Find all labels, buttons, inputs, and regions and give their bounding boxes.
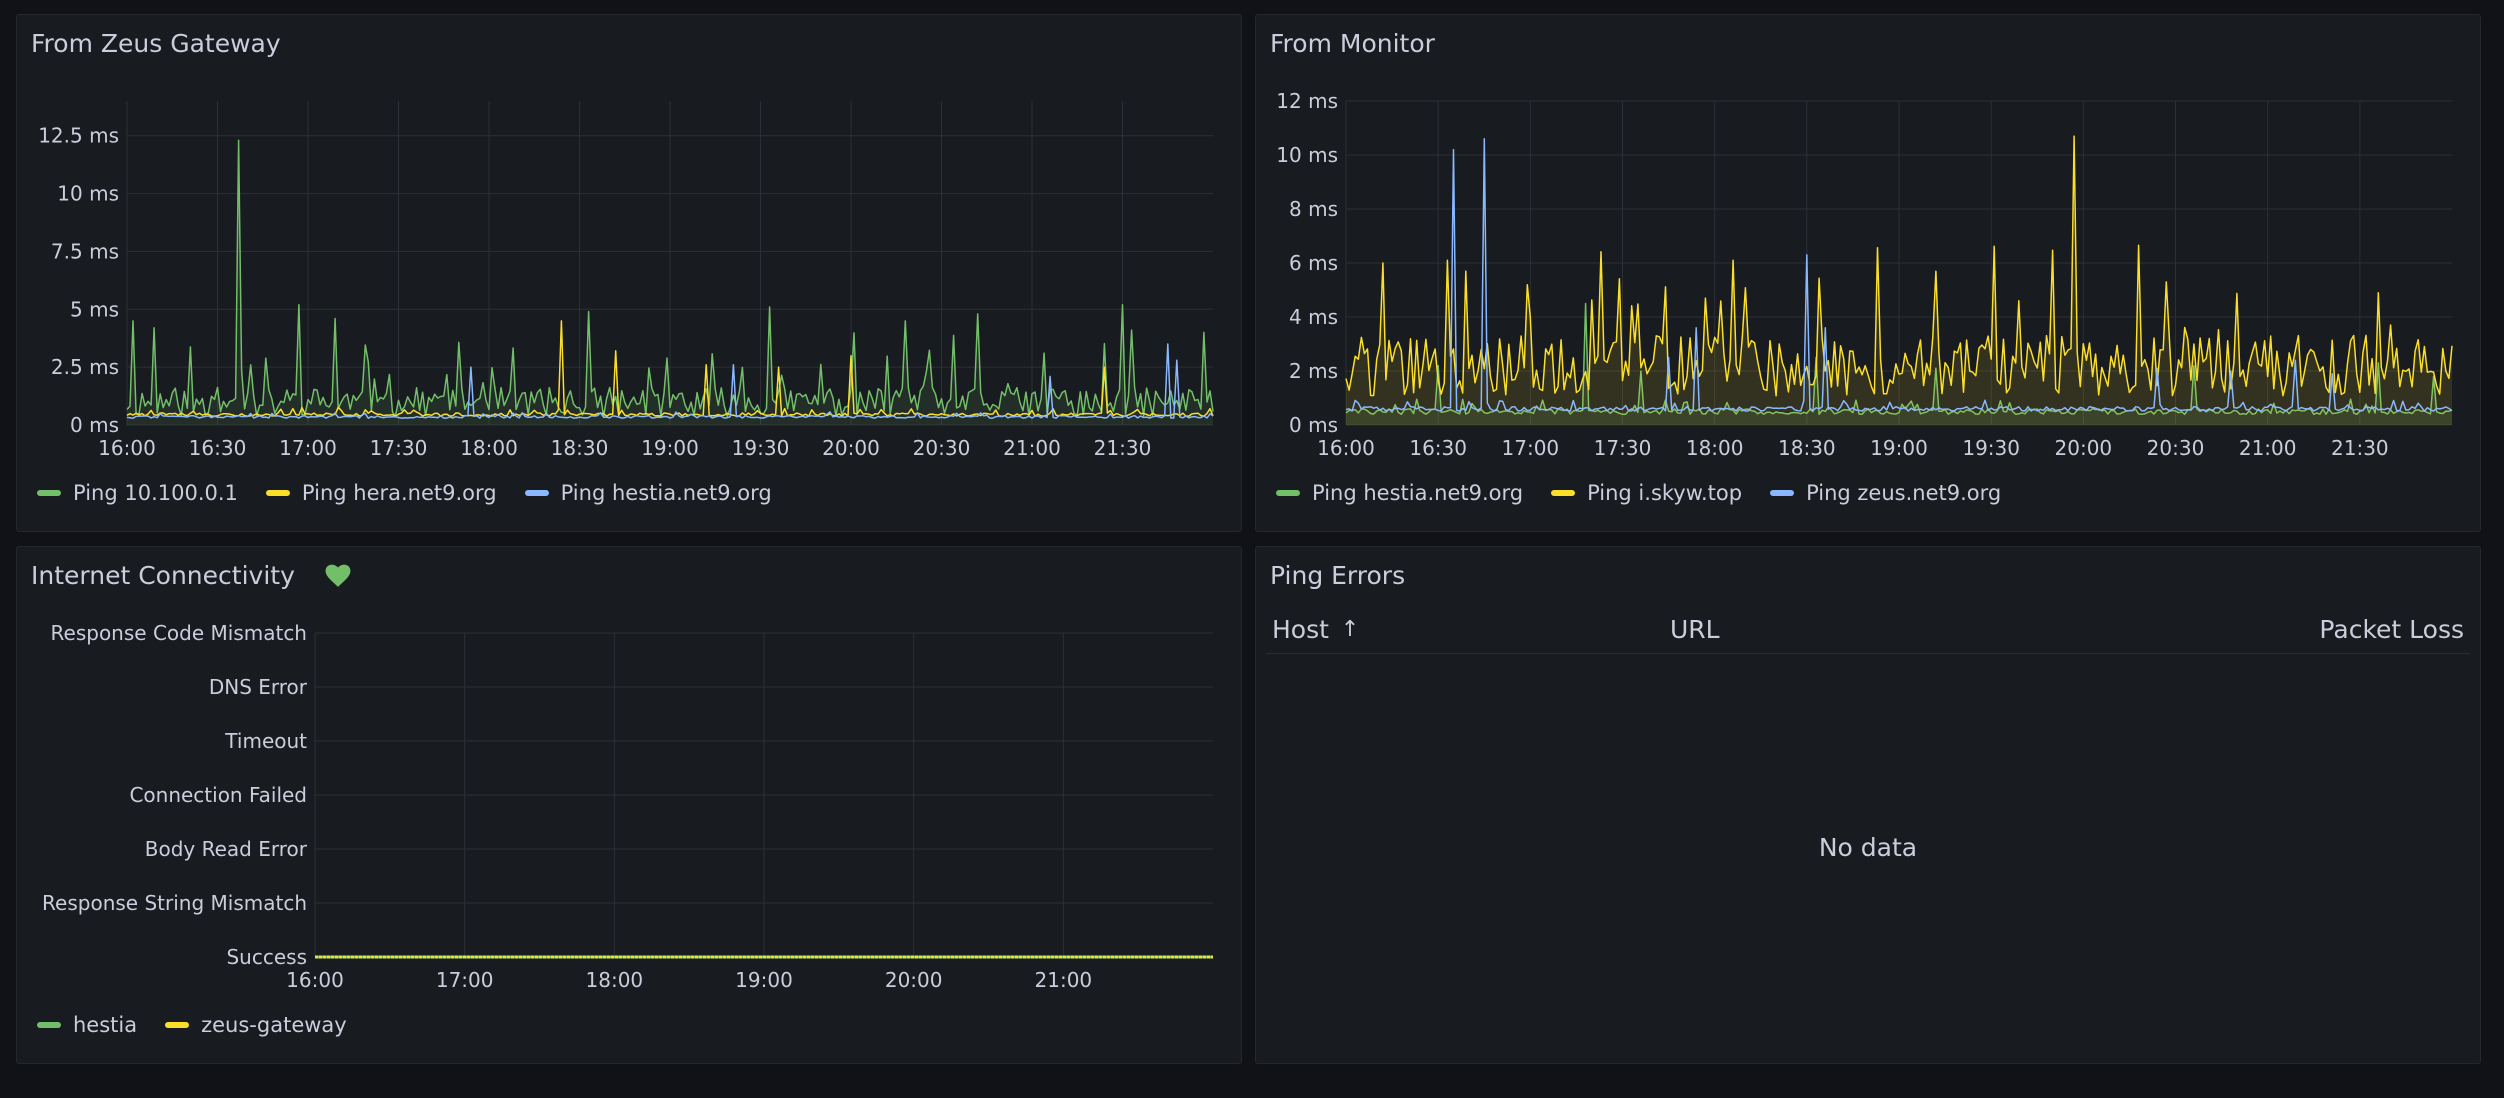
legend-item[interactable]: Ping hera.net9.org xyxy=(265,481,497,505)
x-tick-label: 21:00 xyxy=(2239,436,2297,460)
y-tick-label: 2.5 ms xyxy=(51,355,119,379)
column-label: URL xyxy=(1670,615,1720,644)
x-tick-label: 19:00 xyxy=(641,436,699,460)
x-tick-label: 20:00 xyxy=(822,436,880,460)
legend-swatch xyxy=(165,1022,190,1028)
sort-ascending-icon: ↑ xyxy=(1340,617,1360,642)
y-tick-label: 12 ms xyxy=(1276,89,1338,113)
panel-ping-errors[interactable]: Ping Errors Host ↑ URL Packet Loss No da… xyxy=(1255,546,2481,1064)
x-tick-label: 20:00 xyxy=(2055,436,2113,460)
legend-label: Ping 10.100.0.1 xyxy=(73,481,238,505)
x-tick-label: 18:00 xyxy=(586,968,644,992)
column-header-url[interactable]: URL xyxy=(1670,615,1720,644)
y-category-label: Timeout xyxy=(224,729,307,753)
x-tick-label: 20:30 xyxy=(2147,436,2205,460)
column-header-host[interactable]: Host ↑ xyxy=(1272,615,1359,644)
x-tick-label: 16:30 xyxy=(189,436,247,460)
x-tick-label: 16:30 xyxy=(1409,436,1467,460)
y-tick-label: 10 ms xyxy=(57,182,119,206)
y-category-label: Success xyxy=(226,945,307,969)
x-tick-label: 19:00 xyxy=(1870,436,1928,460)
x-tick-label: 16:00 xyxy=(1317,436,1375,460)
panel-zeus-gateway[interactable]: From Zeus Gateway 0 ms 2.5 ms 5 ms 7.5 ms 10… xyxy=(16,14,1242,532)
column-header-packet-loss[interactable]: Packet Loss xyxy=(2319,615,2464,644)
x-tick-label: 18:00 xyxy=(460,436,518,460)
y-tick-label: 4 ms xyxy=(1289,305,1338,329)
legend-label: hestia xyxy=(73,1013,138,1037)
x-tick-label: 16:00 xyxy=(286,968,344,992)
panel-internet-connectivity[interactable]: Internet Connectivity Success Response St… xyxy=(16,546,1242,1064)
zeus-gateway-chart[interactable]: 0 ms 2.5 ms 5 ms 7.5 ms 10 ms 12.5 ms 16:00 16:… xyxy=(17,15,1243,533)
legend-item[interactable]: Ping 10.100.0.1 xyxy=(37,481,238,505)
y-category-label: Body Read Error xyxy=(145,837,308,861)
column-label: Host xyxy=(1272,615,1329,644)
y-tick-label: 12.5 ms xyxy=(38,124,119,148)
legend: Ping hestia.net9.org Ping i.skyw.top Ping … xyxy=(1276,481,2001,505)
no-data-message: No data xyxy=(1818,833,1918,862)
y-tick-label: 6 ms xyxy=(1289,251,1338,275)
panel-title[interactable]: Ping Errors xyxy=(1270,561,1405,590)
x-tick-label: 17:30 xyxy=(1594,436,1652,460)
legend-label: Ping i.skyw.top xyxy=(1587,481,1743,505)
legend-swatch xyxy=(1276,490,1300,496)
legend-swatch xyxy=(1770,490,1795,496)
x-tick-label: 17:00 xyxy=(436,968,494,992)
legend-item[interactable]: Ping hestia.net9.org xyxy=(524,481,772,505)
x-tick-label: 20:30 xyxy=(913,436,971,460)
x-tick-label: 17:30 xyxy=(370,436,428,460)
y-tick-label: 8 ms xyxy=(1289,197,1338,221)
legend-swatch xyxy=(37,490,61,496)
connectivity-chart[interactable]: Success Response String Mismatch Body Read… xyxy=(17,547,1243,1065)
y-category-label: Connection Failed xyxy=(129,783,307,807)
legend-label: Ping zeus.net9.org xyxy=(1806,481,2002,505)
y-tick-label: 0 ms xyxy=(70,413,119,437)
x-tick-label: 21:00 xyxy=(1003,436,1061,460)
y-category-label: DNS Error xyxy=(209,675,308,699)
legend-label: Ping hera.net9.org xyxy=(301,481,497,505)
legend-swatch xyxy=(524,490,549,496)
legend: Ping 10.100.0.1 Ping hera.net9.org Ping he… xyxy=(37,481,772,505)
legend-label: Ping hestia.net9.org xyxy=(560,481,772,505)
x-tick-label: 19:00 xyxy=(735,968,793,992)
legend-item[interactable]: Ping hestia.net9.org xyxy=(1276,481,1523,505)
legend-swatch xyxy=(37,1022,61,1028)
x-tick-label: 21:00 xyxy=(1035,968,1093,992)
x-tick-label: 19:30 xyxy=(1962,436,2020,460)
y-tick-label: 7.5 ms xyxy=(51,239,119,263)
y-category-label: Response Code Mismatch xyxy=(51,621,307,645)
y-tick-label: 5 ms xyxy=(70,297,119,321)
x-tick-label: 18:30 xyxy=(1778,436,1836,460)
table-header: Host ↑ URL Packet Loss xyxy=(1266,607,2470,654)
legend-swatch xyxy=(265,490,290,496)
legend-item[interactable]: hestia xyxy=(37,1013,137,1037)
x-tick-label: 21:30 xyxy=(1094,436,1152,460)
y-tick-label: 0 ms xyxy=(1289,413,1338,437)
legend-item[interactable]: Ping i.skyw.top xyxy=(1551,481,1742,505)
y-tick-label: 10 ms xyxy=(1276,143,1338,167)
x-tick-label: 20:00 xyxy=(885,968,943,992)
legend-label: Ping hestia.net9.org xyxy=(1312,481,1524,505)
x-tick-label: 17:00 xyxy=(1502,436,1560,460)
legend: hestia zeus-gateway xyxy=(37,1013,347,1037)
legend-item[interactable]: zeus-gateway xyxy=(165,1013,347,1037)
legend-swatch xyxy=(1551,490,1576,496)
x-tick-label: 19:30 xyxy=(732,436,790,460)
panel-monitor[interactable]: From Monitor 0 ms 2 ms 4 ms 6 ms 8 ms 10 ms 12… xyxy=(1255,14,2481,532)
column-label: Packet Loss xyxy=(2319,615,2464,644)
y-category-label: Response String Mismatch xyxy=(42,891,307,915)
x-tick-label: 16:00 xyxy=(98,436,156,460)
x-tick-label: 18:30 xyxy=(551,436,609,460)
legend-label: zeus-gateway xyxy=(201,1013,347,1037)
x-tick-label: 18:00 xyxy=(1686,436,1744,460)
x-tick-label: 21:30 xyxy=(2331,436,2389,460)
monitor-chart[interactable]: 0 ms 2 ms 4 ms 6 ms 8 ms 10 ms 12 ms 16:00 16:30… xyxy=(1256,15,2482,533)
legend-item[interactable]: Ping zeus.net9.org xyxy=(1770,481,2001,505)
x-tick-label: 17:00 xyxy=(279,436,337,460)
y-tick-label: 2 ms xyxy=(1289,359,1338,383)
